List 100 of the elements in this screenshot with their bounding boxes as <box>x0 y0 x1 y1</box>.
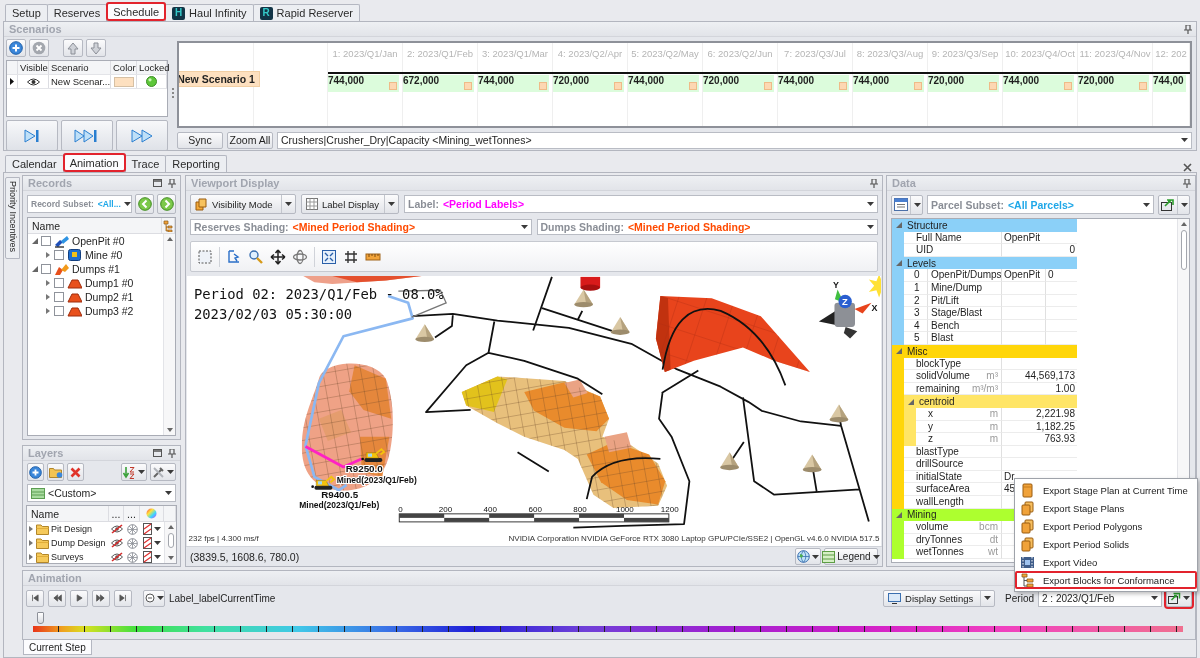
caret-icon[interactable] <box>1143 202 1150 207</box>
expand-arrow-icon[interactable] <box>28 540 34 546</box>
tree-item-label[interactable]: Mine #0 <box>85 249 123 261</box>
delete-button[interactable] <box>67 463 84 481</box>
category-name[interactable]: Mining <box>907 509 937 521</box>
caret-icon[interactable] <box>1181 138 1188 142</box>
series-dropdown[interactable]: Crushers|Crusher_Dry|Capacity <Mining_wetTonnes> <box>277 131 1192 149</box>
slider-thumb[interactable] <box>36 612 44 624</box>
label-display-button[interactable]: Label Display <box>301 194 399 214</box>
menu-item[interactable]: Export Period Polygons <box>1015 517 1197 535</box>
caret-icon[interactable] <box>867 224 874 229</box>
group-name[interactable]: centroid <box>919 396 955 408</box>
eye-off-icon[interactable] <box>110 552 123 562</box>
expand-arrow-icon[interactable] <box>908 398 914 405</box>
scroll-down-icon[interactable] <box>167 556 174 560</box>
caret-icon[interactable] <box>165 491 172 495</box>
caret-icon[interactable] <box>156 596 164 600</box>
expand-arrow-icon[interactable] <box>896 511 902 518</box>
menu-item[interactable]: Export Video <box>1015 553 1197 571</box>
fit-view-icon[interactable] <box>321 248 337 265</box>
sync-button[interactable]: Sync <box>177 131 223 149</box>
add-folder-button[interactable] <box>47 463 64 481</box>
category-name[interactable]: Structure <box>907 219 948 231</box>
caret-icon[interactable] <box>1180 202 1188 207</box>
tab[interactable]: Schedule <box>106 2 167 21</box>
tree-item-label[interactable]: Dump2 #1 <box>85 291 134 303</box>
tab[interactable]: H Haul Infinity <box>165 4 254 21</box>
media-button[interactable] <box>70 589 88 607</box>
zoom-all-button[interactable]: Zoom All <box>227 131 273 149</box>
pin-icon[interactable] <box>168 178 176 188</box>
media-button[interactable] <box>26 589 44 607</box>
scenario-row[interactable]: New Scenar... <box>7 75 167 89</box>
move-icon[interactable] <box>270 248 286 265</box>
tab[interactable]: Animation <box>62 153 126 172</box>
add-layer-button[interactable] <box>27 463 44 481</box>
tree-item-label[interactable]: OpenPit #0 <box>72 235 125 247</box>
restore-icon[interactable] <box>153 449 162 457</box>
caret-icon[interactable] <box>1151 596 1158 600</box>
category-name[interactable]: Levels <box>907 257 936 269</box>
caret-icon[interactable] <box>154 527 161 531</box>
next-button[interactable] <box>157 194 176 214</box>
hash-grid-icon[interactable] <box>343 248 359 265</box>
tab[interactable]: Calendar <box>5 155 64 172</box>
label-options-button[interactable] <box>143 589 165 607</box>
menu-item[interactable]: Export Period Solids <box>1015 535 1197 553</box>
wheel-icon[interactable] <box>126 523 138 535</box>
caret-icon[interactable] <box>138 470 145 474</box>
pin-icon[interactable] <box>1183 178 1191 188</box>
close-icon[interactable] <box>1183 163 1192 172</box>
tab[interactable]: Current Step <box>23 640 92 655</box>
tree-checkbox[interactable] <box>41 236 51 246</box>
tree-checkbox[interactable] <box>54 292 64 302</box>
caret-icon[interactable] <box>388 202 395 206</box>
caret-icon[interactable] <box>154 555 161 559</box>
caret-icon[interactable] <box>913 202 921 207</box>
visibility-mode-button[interactable]: Visibility Mode <box>190 194 296 214</box>
layer-label[interactable]: Surveys <box>51 552 84 562</box>
wheel-icon[interactable] <box>126 551 138 563</box>
caret-icon[interactable] <box>872 554 880 559</box>
expand-arrow-icon[interactable] <box>896 222 902 229</box>
rotate-icon[interactable] <box>292 248 308 265</box>
legend-button[interactable]: Legend <box>824 548 878 565</box>
frame-cursor-icon[interactable] <box>226 248 242 265</box>
add-button[interactable] <box>6 39 26 57</box>
caret-icon[interactable] <box>123 202 131 206</box>
restore-icon[interactable] <box>153 179 162 187</box>
wheel-icon[interactable] <box>126 537 138 549</box>
eye-icon[interactable] <box>26 77 40 86</box>
category-name[interactable]: Misc <box>907 345 928 357</box>
fast-forward-end-button[interactable] <box>61 120 113 151</box>
caret-icon[interactable] <box>984 596 992 600</box>
pin-icon[interactable] <box>870 178 878 188</box>
pin-icon[interactable] <box>168 448 176 458</box>
expand-arrow-icon[interactable] <box>896 260 902 267</box>
scrollbar[interactable] <box>163 234 175 435</box>
caret-icon[interactable] <box>812 554 819 559</box>
sort-button[interactable] <box>121 463 147 481</box>
expand-arrow-icon[interactable] <box>45 308 51 314</box>
expand-arrow-icon[interactable] <box>45 294 51 300</box>
scroll-up-icon[interactable] <box>167 525 174 529</box>
side-tab[interactable]: Priority Incentives <box>5 177 20 259</box>
scroll-down-icon[interactable] <box>166 428 173 432</box>
expand-arrow-icon[interactable] <box>32 238 38 244</box>
search-icon[interactable] <box>248 248 264 265</box>
tree-checkbox[interactable] <box>41 264 51 274</box>
columns-button[interactable] <box>891 194 923 215</box>
eye-off-icon[interactable] <box>110 524 123 534</box>
hatch-swatch-icon[interactable] <box>143 523 152 535</box>
hatch-swatch-icon[interactable] <box>143 537 152 549</box>
view-mode-button[interactable] <box>795 548 821 565</box>
expand-arrow-icon[interactable] <box>896 348 902 355</box>
export-button[interactable] <box>1158 194 1190 215</box>
color-swatch[interactable] <box>113 76 134 87</box>
scroll-thumb[interactable] <box>1180 230 1187 270</box>
eye-off-icon[interactable] <box>110 538 123 548</box>
step-end-button[interactable] <box>6 120 58 151</box>
scrollbar[interactable] <box>164 522 176 563</box>
tree-checkbox[interactable] <box>54 278 64 288</box>
scroll-thumb[interactable] <box>167 533 174 548</box>
expand-arrow-icon[interactable] <box>45 252 51 258</box>
